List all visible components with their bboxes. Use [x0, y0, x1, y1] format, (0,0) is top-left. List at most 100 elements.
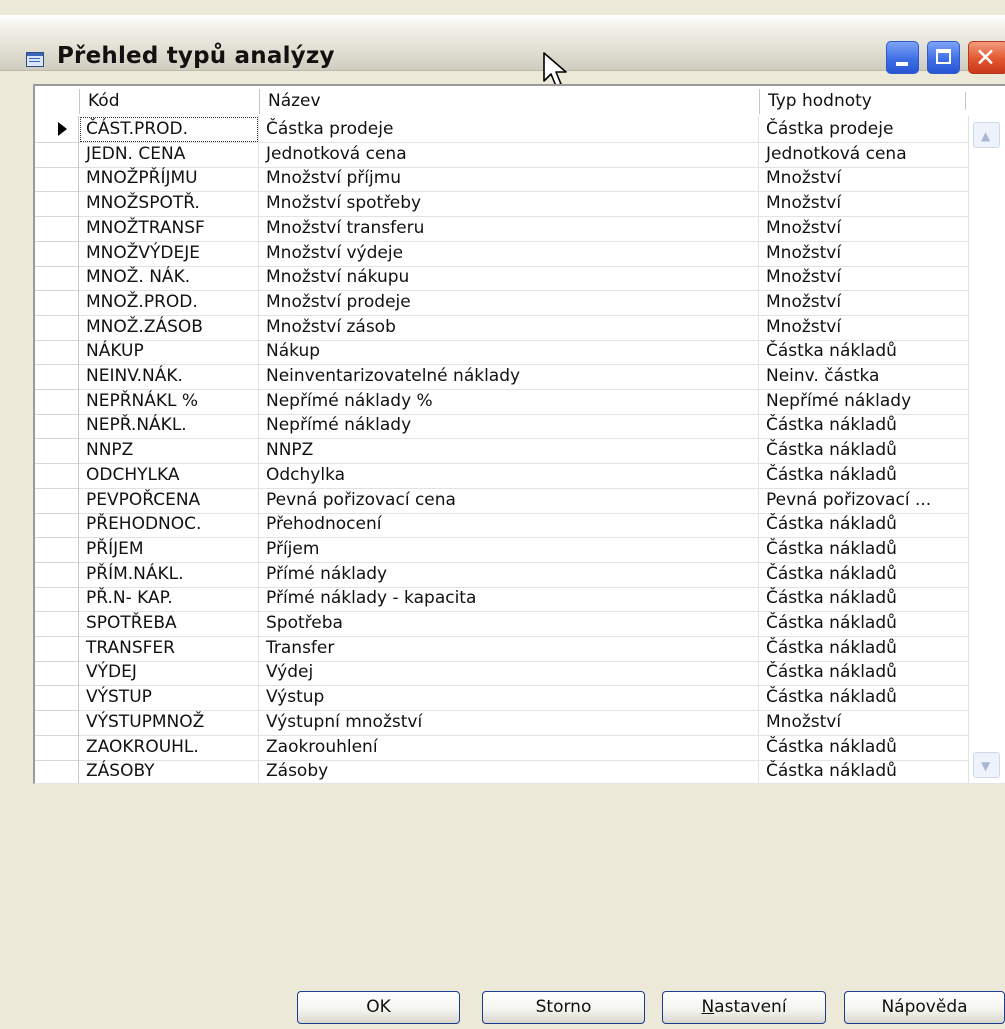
column-header-value-type[interactable]: Typ hodnoty — [759, 89, 965, 114]
table-row[interactable]: MNOŽVÝDEJE Množství výdeje Množství — [35, 239, 1005, 267]
cell-name[interactable]: Množství prodeje — [259, 288, 759, 316]
scroll-down-button[interactable]: ▼ — [973, 752, 1000, 778]
row-selector[interactable] — [35, 116, 79, 143]
cell-name[interactable]: Množství spotřeby — [259, 190, 759, 218]
cell-name[interactable]: Přímé náklady — [259, 560, 759, 588]
row-selector[interactable] — [35, 733, 79, 761]
table-row[interactable]: ZÁSOBY Zásoby Částka nákladů — [35, 758, 1005, 783]
cell-code[interactable]: VÝSTUP — [79, 684, 259, 712]
cell-name[interactable]: Neinventarizovatelné náklady — [259, 363, 759, 390]
cell-value-type[interactable]: Částka nákladů — [759, 412, 969, 440]
table-row[interactable]: VÝSTUP Výstup Částka nákladů — [35, 684, 1005, 712]
cell-value-type[interactable]: Částka nákladů — [759, 560, 969, 588]
table-row[interactable]: ZAOKROUHL. Zaokrouhlení Částka nákladů — [35, 733, 1005, 761]
cell-code[interactable]: ODCHYLKA — [79, 461, 259, 489]
cell-code[interactable]: PŘÍJEM — [79, 535, 259, 563]
minimize-button[interactable] — [886, 41, 919, 74]
cancel-button[interactable]: Storno — [482, 991, 645, 1024]
table-row[interactable]: VÝSTUPMNOŽ Výstupní množství Množství — [35, 708, 1005, 736]
table-row[interactable]: PŘEHODNOC. Přehodnocení Částka nákladů — [35, 511, 1005, 539]
row-selector[interactable] — [35, 363, 79, 390]
table-row[interactable]: ČÁST.PROD. Částka prodeje Částka prodeje — [35, 116, 1005, 143]
cell-value-type[interactable]: Množství — [759, 165, 969, 193]
cell-code[interactable]: ZÁSOBY — [79, 758, 259, 783]
cell-code[interactable]: MNOŽTRANSF — [79, 214, 259, 242]
setup-button[interactable]: Nastavení — [662, 991, 826, 1024]
cell-value-type[interactable]: Neinv. částka — [759, 363, 969, 390]
row-selector[interactable] — [35, 313, 79, 341]
cell-value-type[interactable]: Částka nákladů — [759, 511, 969, 539]
row-selector[interactable] — [35, 264, 79, 292]
cell-value-type[interactable]: Částka nákladů — [759, 659, 969, 687]
vertical-scrollbar[interactable]: ▲ ▼ — [969, 116, 1005, 783]
row-selector[interactable] — [35, 412, 79, 440]
table-row[interactable]: ODCHYLKA Odchylka Částka nákladů — [35, 461, 1005, 489]
table-row[interactable]: PŘ.N- KAP. Přímé náklady - kapacita Částka… — [35, 585, 1005, 613]
cell-name[interactable]: Jednotková cena — [259, 140, 759, 168]
column-header-name[interactable]: Název — [259, 89, 759, 114]
cell-value-type[interactable]: Částka nákladů — [759, 535, 969, 563]
row-selector[interactable] — [35, 659, 79, 687]
cell-value-type[interactable]: Množství — [759, 190, 969, 218]
table-row[interactable]: MNOŽPŘÍJMU Množství příjmu Množství — [35, 165, 1005, 193]
cell-name[interactable]: Výdej — [259, 659, 759, 687]
cell-code[interactable]: MNOŽVÝDEJE — [79, 239, 259, 267]
cell-code[interactable]: SPOTŘEBA — [79, 610, 259, 637]
maximize-button[interactable] — [927, 41, 960, 74]
cell-name[interactable]: Množství zásob — [259, 313, 759, 341]
cell-code[interactable]: PŘ.N- KAP. — [79, 585, 259, 613]
cell-name[interactable]: Výstup — [259, 684, 759, 712]
ok-button[interactable]: OK — [297, 991, 460, 1024]
cell-value-type[interactable]: Množství — [759, 214, 969, 242]
row-selector[interactable] — [35, 708, 79, 736]
cell-code[interactable]: TRANSFER — [79, 634, 259, 662]
table-row[interactable]: NEPŘNÁKL % Nepřímé náklady % Nepřímé nákla… — [35, 387, 1005, 415]
table-row[interactable]: NNPZ NNPZ Částka nákladů — [35, 437, 1005, 465]
row-selector[interactable] — [35, 165, 79, 193]
cell-name[interactable]: Nepřímé náklady % — [259, 387, 759, 415]
cell-code[interactable]: MNOŽPŘÍJMU — [79, 165, 259, 193]
row-selector[interactable] — [35, 140, 79, 168]
row-selector[interactable] — [35, 437, 79, 465]
scroll-up-button[interactable]: ▲ — [973, 122, 1000, 148]
cell-value-type[interactable]: Částka nákladů — [759, 634, 969, 662]
cell-code[interactable]: VÝSTUPMNOŽ — [79, 708, 259, 736]
cell-value-type[interactable]: Částka nákladů — [759, 733, 969, 761]
cell-code[interactable]: PŘEHODNOC. — [79, 511, 259, 539]
cell-name[interactable]: Spotřeba — [259, 610, 759, 637]
cell-name[interactable]: Množství výdeje — [259, 239, 759, 267]
help-button[interactable]: Nápověda — [844, 991, 1005, 1024]
cell-code[interactable]: ČÁST.PROD. — [79, 116, 259, 143]
row-selector[interactable] — [35, 684, 79, 712]
table-row[interactable]: MNOŽ.PROD. Množství prodeje Množství — [35, 288, 1005, 316]
row-selector[interactable] — [35, 288, 79, 316]
cell-value-type[interactable]: Částka prodeje — [759, 116, 969, 143]
cell-name[interactable]: Zásoby — [259, 758, 759, 783]
cell-code[interactable]: JEDN. CENA — [79, 140, 259, 168]
cell-code[interactable]: ZAOKROUHL. — [79, 733, 259, 761]
cell-code[interactable]: NÁKUP — [79, 338, 259, 366]
cell-name[interactable]: Výstupní množství — [259, 708, 759, 736]
cell-value-type[interactable]: Množství — [759, 264, 969, 292]
row-selector[interactable] — [35, 239, 79, 267]
cell-code[interactable]: VÝDEJ — [79, 659, 259, 687]
row-selector[interactable] — [35, 190, 79, 218]
row-selector[interactable] — [35, 461, 79, 489]
table-row[interactable]: MNOŽTRANSF Množství transferu Množství — [35, 214, 1005, 242]
table-row[interactable]: PŘÍJEM Příjem Částka nákladů — [35, 535, 1005, 563]
table-row[interactable]: MNOŽ. NÁK. Množství nákupu Množství — [35, 264, 1005, 292]
cell-value-type[interactable]: Množství — [759, 708, 969, 736]
cell-name[interactable]: Nepřímé náklady — [259, 412, 759, 440]
row-selector[interactable] — [35, 585, 79, 613]
row-selector[interactable] — [35, 387, 79, 415]
table-row[interactable]: NEPŘ.NÁKL. Nepřímé náklady Částka nákladů — [35, 412, 1005, 440]
cell-code[interactable]: MNOŽSPOTŘ. — [79, 190, 259, 218]
row-selector[interactable] — [35, 486, 79, 514]
cell-value-type[interactable]: Množství — [759, 239, 969, 267]
table-row[interactable]: MNOŽ.ZÁSOB Množství zásob Množství — [35, 313, 1005, 341]
cell-value-type[interactable]: Jednotková cena — [759, 140, 969, 168]
cell-name[interactable]: Částka prodeje — [259, 116, 759, 143]
table-row[interactable]: SPOTŘEBA Spotřeba Částka nákladů — [35, 610, 1005, 637]
cell-value-type[interactable]: Částka nákladů — [759, 437, 969, 465]
cell-value-type[interactable]: Částka nákladů — [759, 610, 969, 637]
